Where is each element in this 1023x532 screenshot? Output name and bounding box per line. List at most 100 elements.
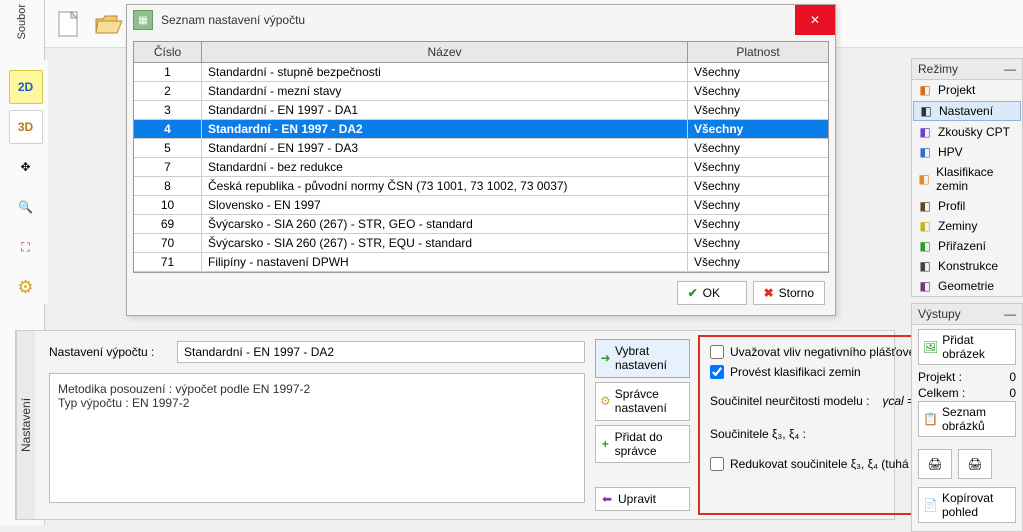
modes-minimize[interactable]: — — [1004, 62, 1016, 76]
table-row[interactable]: 69Švýcarsko - SIA 260 (267) - STR, GEO -… — [134, 215, 828, 234]
mode-icon: ◧ — [918, 199, 932, 213]
settings-vtab: Nastavení — [16, 331, 35, 519]
settings-tool-button[interactable]: ⚙ — [9, 270, 43, 304]
add-image-button[interactable]: 🖼Přidat obrázek — [918, 329, 1016, 365]
mode-icon: ◧ — [918, 145, 932, 159]
cell-valid: Všechny — [688, 253, 828, 271]
cell-valid: Všechny — [688, 120, 828, 138]
out-total-label: Celkem : — [918, 386, 965, 400]
select-settings-label: Vybrat nastavení — [615, 344, 685, 373]
open-file-button[interactable] — [93, 8, 125, 40]
cancel-label: Storno — [779, 286, 814, 300]
mode-item-konstrukce[interactable]: ◧Konstrukce — [912, 256, 1022, 276]
calc-settings-label: Nastavení výpočtu : — [49, 345, 169, 359]
dialog-icon: ▦ — [133, 10, 153, 30]
mode-icon: ◧ — [918, 172, 930, 186]
cell-num: 3 — [134, 101, 202, 119]
cell-num: 1 — [134, 63, 202, 81]
cell-name: Standardní - EN 1997 - DA3 — [202, 139, 688, 157]
mode-label: Přiřazení — [938, 239, 986, 253]
mode-item-přiřazení[interactable]: ◧ Přiřazení — [912, 236, 1022, 256]
cell-name: Standardní - stupně bezpečnosti — [202, 63, 688, 81]
check-icon: ✔ — [688, 286, 698, 300]
printer-icon: 🖨 — [927, 457, 942, 471]
fit-tool-button[interactable]: ⛶ — [9, 230, 43, 264]
zoom-tool-button[interactable]: 🔍 — [9, 190, 43, 224]
image-list-button[interactable]: 📋Seznam obrázků — [918, 401, 1016, 437]
cell-valid: Všechny — [688, 82, 828, 100]
table-row[interactable]: 71Filipíny - nastavení DPWHVšechny — [134, 253, 828, 272]
cell-name: Česká republika - původní normy ČSN (73 … — [202, 177, 688, 195]
cell-name: Standardní - EN 1997 - DA1 — [202, 101, 688, 119]
mode-label: Profil — [938, 199, 965, 213]
print-button-2[interactable]: 🖨 — [958, 449, 992, 479]
cell-valid: Všechny — [688, 234, 828, 252]
copy-view-button[interactable]: 📄 Kopírovat pohled — [918, 487, 1016, 523]
table-row[interactable]: 8Česká republika - původní normy ČSN (73… — [134, 177, 828, 196]
cell-name: Švýcarsko - SIA 260 (267) - STR, GEO - s… — [202, 215, 688, 233]
cell-num: 2 — [134, 82, 202, 100]
chk-classify-box[interactable] — [710, 365, 724, 379]
modes-panel: Režimy— ◧Projekt◧Nastavení◧Zkoušky CPT◧H… — [911, 58, 1023, 297]
mode-item-klasifikace-zemin[interactable]: ◧Klasifikace zemin — [912, 162, 1022, 196]
table-row[interactable]: 10Slovensko - EN 1997Všechny — [134, 196, 828, 215]
add-image-label: Přidat obrázek — [942, 333, 1011, 361]
mode-item-projekt[interactable]: ◧Projekt — [912, 80, 1022, 100]
print-button-1[interactable]: 🖨 — [918, 449, 952, 479]
cell-valid: Všechny — [688, 101, 828, 119]
select-settings-button[interactable]: ➜Vybrat nastavení — [595, 339, 690, 378]
mode-item-zkoušky-cpt[interactable]: ◧Zkoušky CPT — [912, 122, 1022, 142]
close-icon: ✕ — [810, 13, 820, 27]
mode-item-nastavení[interactable]: ◧Nastavení — [913, 101, 1021, 121]
cell-num: 10 — [134, 196, 202, 214]
view-3d-label: 3D — [18, 120, 33, 134]
folder-open-icon — [95, 13, 123, 35]
table-row[interactable]: 2Standardní - mezní stavyVšechny — [134, 82, 828, 101]
cancel-button[interactable]: ✖Storno — [753, 281, 825, 305]
col-header-num: Číslo — [134, 42, 202, 62]
mode-label: Projekt — [938, 83, 975, 97]
table-row[interactable]: 3Standardní - EN 1997 - DA1Všechny — [134, 101, 828, 120]
admin-settings-button[interactable]: ⚙Správce nastavení — [595, 382, 690, 421]
desc-line1: Metodika posouzení : výpočet podle EN 19… — [58, 382, 576, 396]
menu-soubor[interactable]: Soubor — [16, 4, 28, 39]
table-row[interactable]: 5Standardní - EN 1997 - DA3Všechny — [134, 139, 828, 158]
table-row[interactable]: 7Standardní - bez redukceVšechny — [134, 158, 828, 177]
mode-icon: ◧ — [918, 239, 932, 253]
gear-icon: ⚙ — [17, 277, 33, 298]
outputs-minimize[interactable]: — — [1004, 307, 1016, 321]
magnifier-icon: 🔍 — [18, 200, 33, 214]
new-file-button[interactable] — [53, 8, 85, 40]
chk-reduce-box[interactable] — [710, 457, 724, 471]
mode-item-geometrie[interactable]: ◧ Geometrie — [912, 276, 1022, 296]
table-row[interactable]: 4Standardní - EN 1997 - DA2Všechny — [134, 120, 828, 139]
view-3d-button[interactable]: 3D — [9, 110, 43, 144]
copy-icon: 📄 — [923, 498, 938, 512]
mode-icon: ◧ — [918, 125, 932, 139]
mode-label: Geometrie — [938, 279, 994, 293]
desc-line2: Typ výpočtu : EN 1997-2 — [58, 396, 576, 410]
chk-neg-friction-box[interactable] — [710, 345, 724, 359]
mode-item-profil[interactable]: ◧ Profil — [912, 196, 1022, 216]
gear-small-icon: ⚙ — [600, 394, 611, 408]
out-proj-val: 0 — [1009, 370, 1016, 384]
copy-view-label: Kopírovat pohled — [942, 491, 1011, 519]
edit-settings-button[interactable]: ⬅Upravit — [595, 487, 690, 511]
view-2d-button[interactable]: 2D — [9, 70, 43, 104]
mode-item-hpv[interactable]: ◧HPV — [912, 142, 1022, 162]
ok-button[interactable]: ✔OK — [677, 281, 747, 305]
settings-grid[interactable]: Číslo Název Platnost 1Standardní - stupn… — [133, 41, 829, 273]
move-tool-button[interactable]: ✥ — [9, 150, 43, 184]
cell-valid: Všechny — [688, 215, 828, 233]
col-header-valid: Platnost — [688, 42, 828, 62]
cell-valid: Všechny — [688, 177, 828, 195]
mode-label: Nastavení — [939, 104, 993, 118]
dialog-close-button[interactable]: ✕ — [795, 5, 835, 35]
mode-item-zeminy[interactable]: ◧Zeminy — [912, 216, 1022, 236]
table-row[interactable]: 70Švýcarsko - SIA 260 (267) - STR, EQU -… — [134, 234, 828, 253]
corners-icon: ⛶ — [21, 240, 29, 255]
add-settings-button[interactable]: +Přidat do správce — [595, 425, 690, 464]
cell-valid: Všechny — [688, 196, 828, 214]
table-row[interactable]: 1Standardní - stupně bezpečnostiVšechny — [134, 63, 828, 82]
mode-icon: ◧ — [918, 279, 932, 293]
